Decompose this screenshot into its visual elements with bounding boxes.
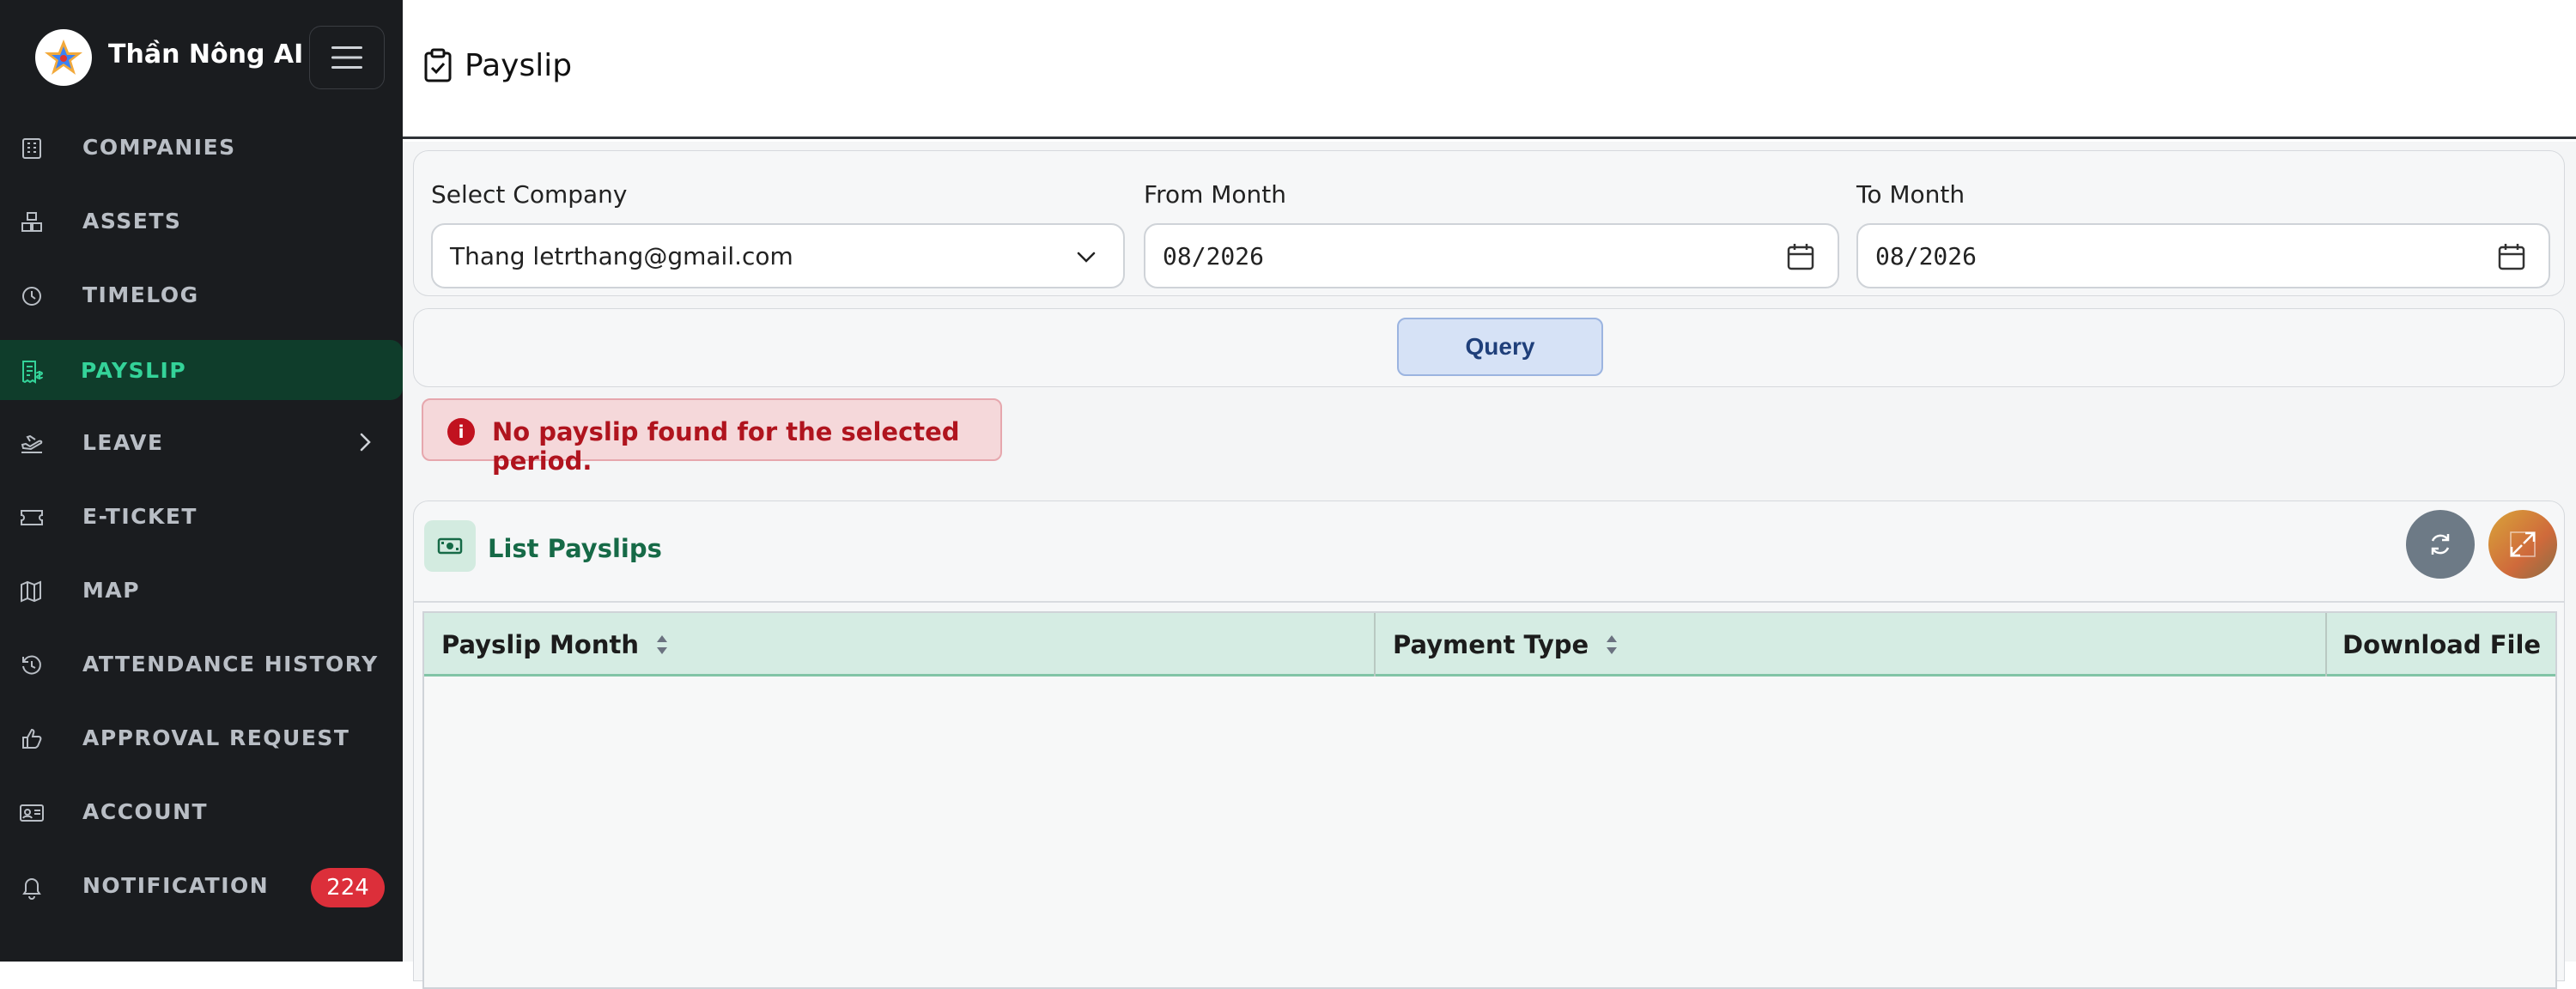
company-select[interactable]: Thang letrthang@gmail.com	[431, 223, 1125, 288]
query-panel: Query	[413, 308, 2565, 387]
query-button[interactable]: Query	[1397, 318, 1603, 376]
to-month-value: 08/2026	[1875, 242, 1978, 270]
list-title: List Payslips	[488, 534, 662, 563]
column-label: Download File	[2342, 630, 2542, 659]
company-label: Select Company	[431, 180, 628, 209]
receipt-icon	[19, 359, 45, 385]
sidebar-item-label: ATTENDANCE HISTORY	[82, 651, 379, 677]
sidebar-item-notification[interactable]: NOTIFICATION 224	[0, 855, 403, 915]
column-separator	[1374, 613, 1376, 677]
menu-toggle-button[interactable]	[309, 26, 385, 89]
from-month-input[interactable]: 08/2026	[1144, 223, 1839, 288]
from-month-value: 08/2026	[1163, 242, 1265, 270]
sidebar-item-label: ACCOUNT	[82, 798, 209, 824]
ticket-icon	[19, 505, 45, 531]
sidebar-item-payslip[interactable]: PAYSLIP	[0, 340, 403, 400]
sidebar-item-assets[interactable]: ASSETS	[0, 191, 403, 251]
sidebar-item-map[interactable]: MAP	[0, 560, 403, 620]
boxes-icon	[19, 209, 45, 235]
sidebar-item-label: PAYSLIP	[81, 357, 187, 383]
column-header-download-file: Download File	[2342, 613, 2541, 677]
sort-icon[interactable]	[654, 633, 670, 657]
calendar-icon[interactable]	[2495, 240, 2528, 273]
id-card-icon	[19, 800, 45, 826]
page-header: Payslip	[403, 0, 2576, 139]
sidebar: Thần Nông AI COMPANIES ASSETS TIMELOG PA…	[0, 0, 403, 962]
sidebar-item-account[interactable]: ACCOUNT	[0, 781, 403, 841]
hamburger-icon	[331, 46, 362, 69]
chevron-down-icon	[1077, 252, 1096, 263]
expand-button[interactable]	[2488, 510, 2557, 579]
filter-panel: Select Company Thang letrthang@gmail.com…	[413, 150, 2565, 296]
star-logo-icon	[45, 39, 82, 75]
chevron-right-icon[interactable]	[354, 431, 376, 453]
sidebar-item-label: NOTIFICATION	[82, 872, 270, 898]
sort-icon[interactable]	[1604, 633, 1619, 657]
refresh-button[interactable]	[2406, 510, 2475, 579]
to-month-label: To Month	[1856, 180, 1965, 209]
thumbs-up-icon	[19, 726, 45, 752]
sidebar-item-label: TIMELOG	[82, 282, 199, 307]
notification-count-badge: 224	[311, 868, 385, 907]
plane-icon	[19, 431, 45, 457]
column-header-payment-type[interactable]: Payment Type	[1393, 613, 1619, 677]
table-header: Payslip Month Payment Type Download File	[424, 613, 2555, 677]
brand-name: Thần Nông AI	[108, 39, 304, 70]
to-month-input[interactable]: 08/2026	[1856, 223, 2550, 288]
map-icon	[19, 579, 45, 604]
sidebar-item-label: ASSETS	[82, 208, 182, 234]
sidebar-item-companies[interactable]: COMPANIES	[0, 117, 403, 177]
sidebar-item-label: MAP	[82, 577, 141, 603]
column-label: Payslip Month	[441, 630, 639, 659]
refresh-icon	[2431, 534, 2450, 555]
column-header-payslip-month[interactable]: Payslip Month	[441, 613, 670, 677]
main-content: Select Company Thang letrthang@gmail.com…	[403, 142, 2576, 989]
payslip-list-panel: List Payslips Payslip Month Payment Type	[413, 501, 2565, 989]
column-label: Payment Type	[1393, 630, 1589, 659]
info-icon: i	[447, 418, 475, 446]
sidebar-item-label: APPROVAL REQUEST	[82, 725, 350, 750]
brand: Thần Nông AI	[0, 0, 403, 117]
building-icon	[19, 136, 45, 161]
sidebar-item-timelog[interactable]: TIMELOG	[0, 264, 403, 325]
sidebar-item-label: E-TICKET	[82, 503, 197, 529]
money-bill-icon	[424, 520, 476, 572]
no-payslip-alert: i No payslip found for the selected peri…	[422, 398, 1002, 476]
sidebar-item-approval-request[interactable]: APPROVAL REQUEST	[0, 707, 403, 768]
clock-icon	[19, 283, 45, 309]
calendar-icon[interactable]	[1784, 240, 1817, 273]
page-title: Payslip	[465, 48, 573, 83]
payslip-table: Payslip Month Payment Type Download File	[422, 611, 2557, 989]
company-select-value: Thang letrthang@gmail.com	[450, 242, 793, 270]
clipboard-check-icon	[424, 48, 452, 82]
sidebar-item-label: COMPANIES	[82, 134, 236, 160]
sidebar-item-e-ticket[interactable]: E-TICKET	[0, 486, 403, 546]
expand-icon	[2510, 531, 2536, 557]
bell-icon	[19, 874, 45, 900]
history-icon	[19, 652, 45, 678]
logo[interactable]	[35, 29, 92, 86]
column-separator	[2325, 613, 2327, 677]
alert-message: No payslip found for the selected period…	[492, 417, 960, 476]
list-divider	[414, 601, 2564, 603]
sidebar-item-attendance-history[interactable]: ATTENDANCE HISTORY	[0, 634, 403, 694]
sidebar-item-leave[interactable]: LEAVE	[0, 412, 403, 472]
from-month-label: From Month	[1144, 180, 1287, 209]
sidebar-item-label: LEAVE	[82, 429, 164, 455]
